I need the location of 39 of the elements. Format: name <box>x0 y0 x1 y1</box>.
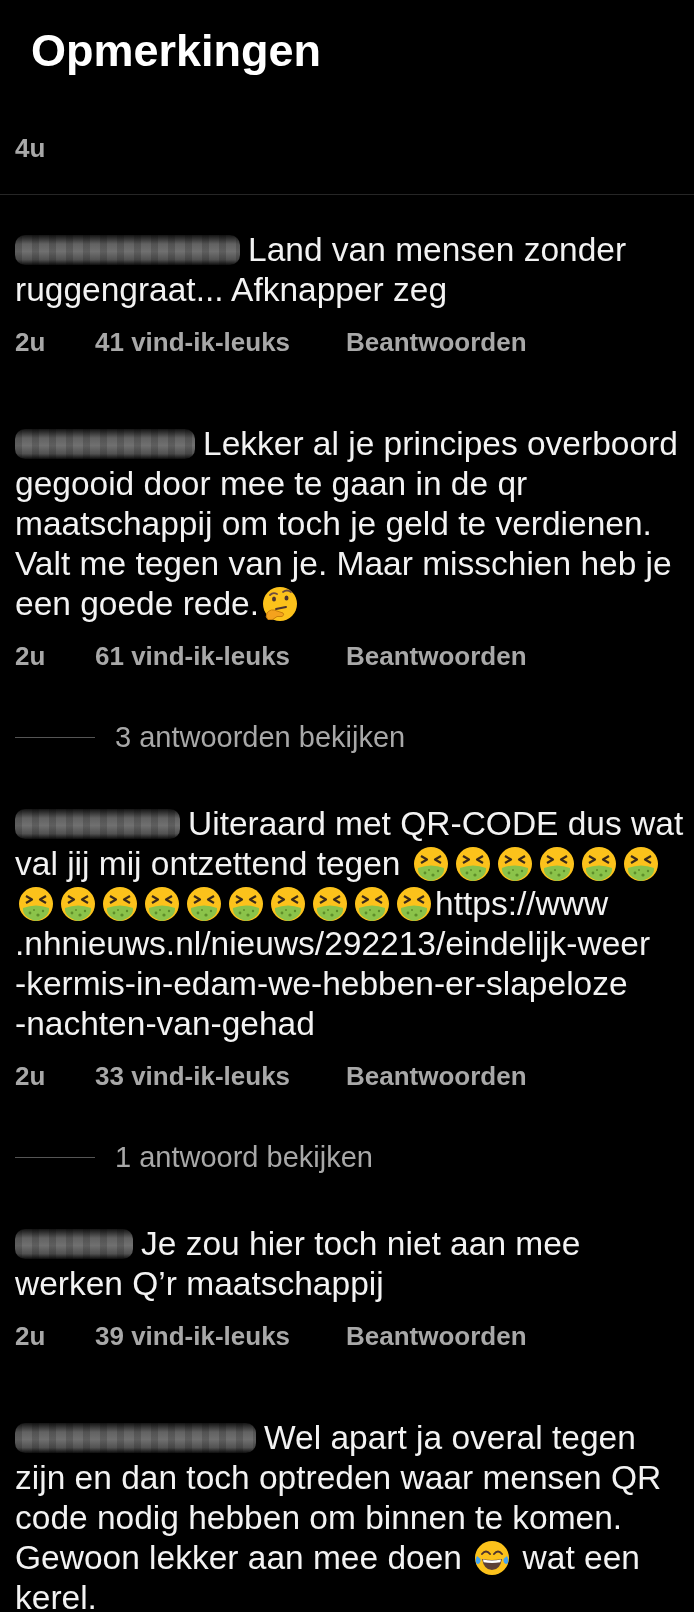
view-replies-button[interactable]: 3 antwoorden bekijken <box>15 719 406 755</box>
comment-text: Je zou hier toch niet aan mee werken Q’r maatschappij <box>15 1224 582 1304</box>
nauseated-face-icon <box>412 846 449 882</box>
view-replies-button[interactable]: 1 antwoord bekijken <box>15 1139 373 1175</box>
nauseated-face-icon <box>622 846 659 882</box>
tears-of-joy-face-icon <box>474 1540 511 1576</box>
nauseated-face-icon <box>102 886 138 922</box>
nauseated-face-icon <box>496 846 533 882</box>
nauseated-face-icon <box>270 886 306 922</box>
likes-count[interactable]: 33 vind-ik-leuks <box>95 1059 291 1093</box>
reply-button[interactable]: Beantwoorden <box>346 1059 527 1093</box>
nauseated-face-icon <box>312 886 348 922</box>
comment-time: 2u <box>15 640 47 673</box>
nauseated-face-icon <box>18 886 54 922</box>
reply-button[interactable]: Beantwoorden <box>346 325 527 359</box>
comment-text: Wel apart ja overal tegen zijn en dan toch optreden waar mensen QR code nodig hebben om binnen te komen. Gewoon lekker aan mee doen wat een kerel. <box>15 1418 663 1612</box>
nauseated-face-icon <box>144 886 180 922</box>
nauseated-face-icon <box>354 886 390 922</box>
nauseated-face-icon <box>454 846 491 882</box>
likes-count[interactable]: 41 vind-ik-leuks <box>95 325 291 359</box>
nauseated-face-icon <box>228 886 264 922</box>
comment-time: 2u <box>15 1320 47 1353</box>
comment-text: Land van mensen zonder ruggengraat... Afknapper zeg <box>15 230 628 310</box>
comment-text: Lekker al je principes overboord gegooid door mee te gaan in de qr maatschappij om toch je geld te verdienen. Valt me tegen van je. Maar misschien heb je een goede rede. <box>15 424 679 624</box>
nauseated-face-icon <box>186 886 222 922</box>
comment-time: 2u <box>15 1060 47 1093</box>
post-time: 4u <box>15 133 46 163</box>
reply-button[interactable]: Beantwoorden <box>346 1319 527 1353</box>
likes-count[interactable]: 39 vind-ik-leuks <box>95 1319 291 1353</box>
nauseated-face-icon <box>538 846 575 882</box>
page-title: Opmerkingen <box>31 25 322 77</box>
nauseated-face-icon <box>580 846 617 882</box>
nauseated-face-icon <box>396 886 432 922</box>
comment-time: 2u <box>15 326 47 359</box>
reply-button[interactable]: Beantwoorden <box>346 639 527 673</box>
thinking-face-icon <box>262 586 299 622</box>
likes-count[interactable]: 61 vind-ik-leuks <box>95 639 291 673</box>
nauseated-face-icon <box>60 886 96 922</box>
comment-text: Uiteraard met QR-CODE dus wat val jij mij ontzettend tegen https://www.nhnieuws.nl/nieuws/292213/eindelijk-weer-kermis-in-edam-we-hebben-er-slapeloze-nachten-van-gehad <box>15 804 685 1044</box>
